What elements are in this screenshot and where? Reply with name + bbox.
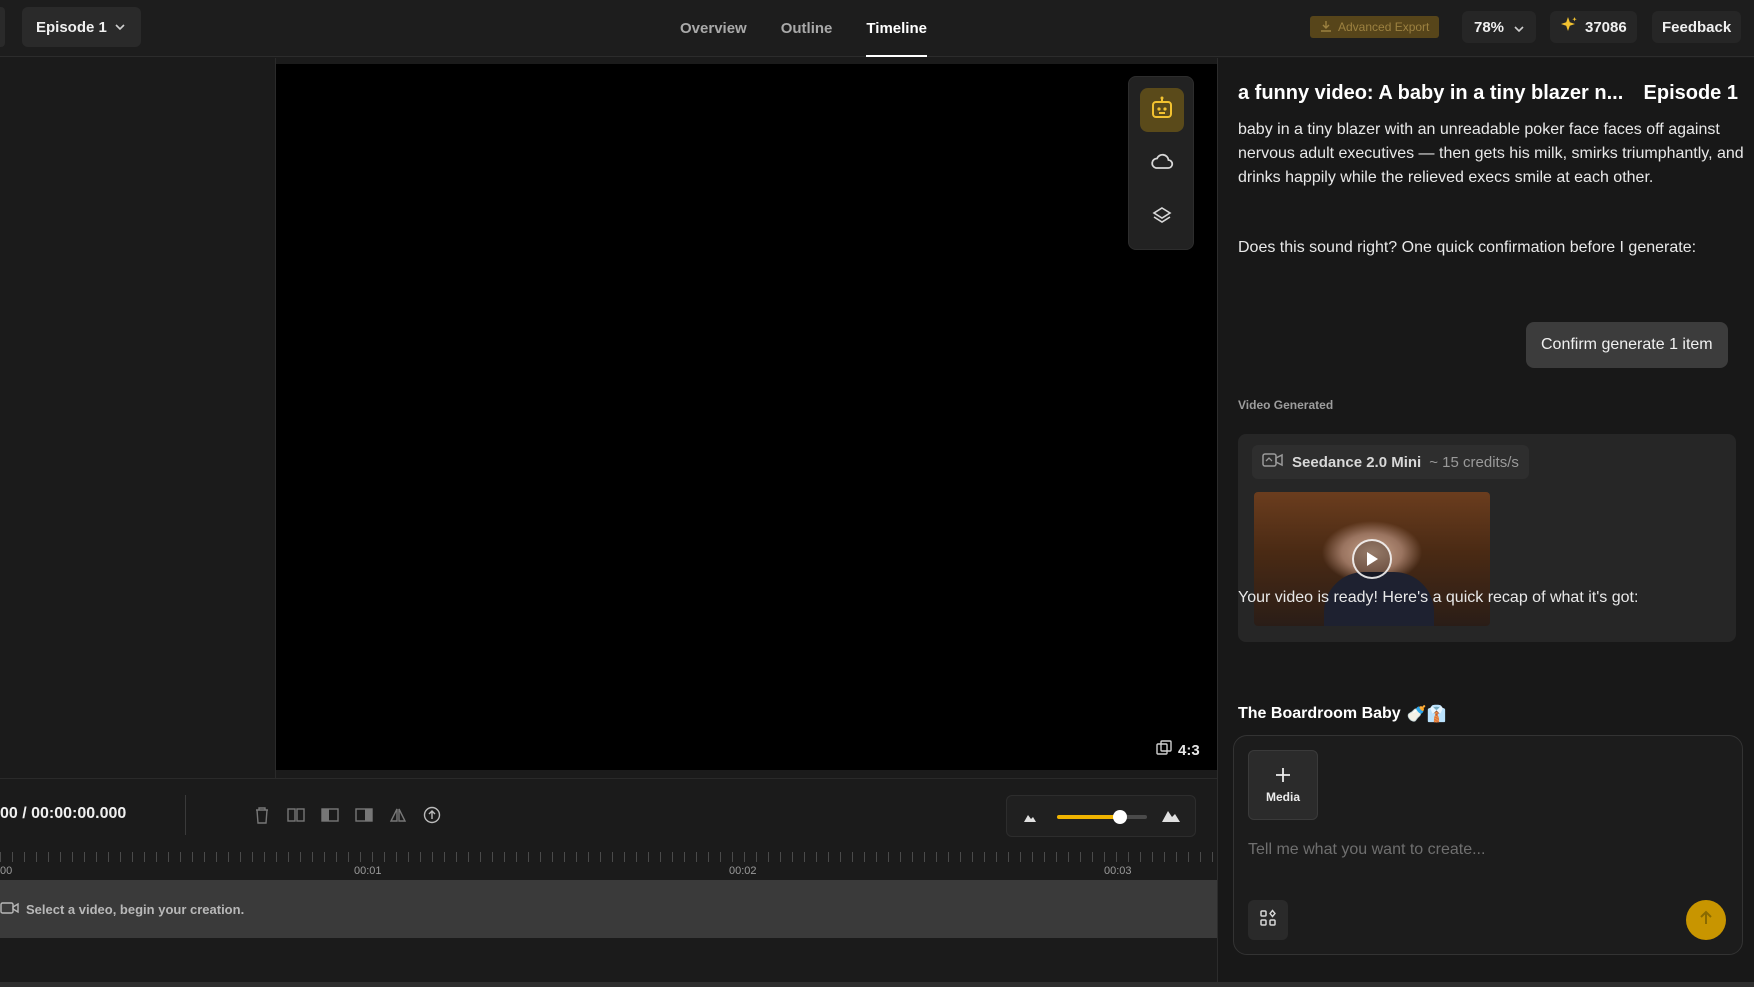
trim-left-icon[interactable] xyxy=(320,805,340,825)
top-bar: Episode 1 Overview Outline Timeline Adva… xyxy=(0,0,1754,57)
recap-title: The Boardroom Baby 🍼👔 xyxy=(1238,704,1447,724)
chevron-down-icon xyxy=(1514,19,1524,36)
episode-select-label: Episode 1 xyxy=(36,18,107,36)
zoom-select[interactable]: 78% xyxy=(1462,11,1537,43)
sparkle-icon xyxy=(1560,16,1578,38)
empty-track-text: Select a video, begin your creation. xyxy=(26,902,245,917)
zoom-slider-track[interactable] xyxy=(1057,810,1147,824)
collapsed-panel-handle[interactable] xyxy=(0,7,5,47)
upload-icon[interactable] xyxy=(422,805,442,825)
confirmation-question: Does this sound right? One quick confirm… xyxy=(1238,239,1697,256)
recap-emojis: 🍼👔 xyxy=(1406,706,1447,723)
mountain-large-icon[interactable] xyxy=(1161,807,1181,828)
tab-overview[interactable]: Overview xyxy=(680,0,747,57)
trim-right-icon[interactable] xyxy=(354,805,374,825)
confirm-generate-button[interactable]: Confirm generate 1 item xyxy=(1526,322,1728,368)
ruler-ticks xyxy=(0,852,1217,862)
ruler-label: 00 xyxy=(0,865,13,877)
split-icon[interactable] xyxy=(286,805,306,825)
feedback-button[interactable]: Feedback xyxy=(1652,11,1742,43)
video-preview[interactable] xyxy=(276,64,1217,770)
cloud-icon xyxy=(1150,152,1174,177)
ruler-label: 00:01 xyxy=(354,865,382,877)
zoom-slider-fill xyxy=(1057,815,1120,819)
empty-track-message: Select a video, begin your creation. xyxy=(0,901,244,918)
nav-tabs: Overview Outline Timeline xyxy=(680,0,927,57)
flip-icon[interactable] xyxy=(388,805,408,825)
chevron-down-icon xyxy=(115,22,125,33)
add-media-button[interactable]: Media xyxy=(1248,750,1318,820)
timeline-zoom-control xyxy=(1006,795,1196,837)
plus-icon xyxy=(1275,767,1291,786)
layers-button[interactable] xyxy=(1140,196,1184,240)
scene-description: baby in a tiny blazer with an unreadable… xyxy=(1238,121,1744,186)
recap-title-text: The Boardroom Baby xyxy=(1238,705,1401,722)
ruler-label: 00:03 xyxy=(1104,865,1132,877)
arrow-up-icon xyxy=(1699,910,1713,931)
layers-icon xyxy=(1151,205,1173,232)
episode-select[interactable]: Episode 1 xyxy=(22,7,141,47)
chat-title: a funny video: A baby in a tiny blazer n… xyxy=(1238,82,1624,104)
playback-controls: 00 / 00:00:00.000 xyxy=(0,778,1217,852)
ai-agent-button[interactable] xyxy=(1140,88,1184,132)
play-icon[interactable] xyxy=(1352,539,1392,579)
model-name: Seedance 2.0 Mini xyxy=(1292,453,1422,471)
cloud-button[interactable] xyxy=(1140,142,1184,186)
send-button[interactable] xyxy=(1686,900,1726,940)
credits-badge[interactable]: 37086 xyxy=(1550,11,1637,43)
trash-icon[interactable] xyxy=(252,805,272,825)
divider xyxy=(185,795,186,835)
chat-episode: Episode 1 xyxy=(1643,82,1738,104)
model-chip: Seedance 2.0 Mini ~ 15 credits/s xyxy=(1252,445,1529,479)
ready-message: Your video is ready! Here's a quick reca… xyxy=(1238,589,1639,606)
advanced-export-button[interactable]: Advanced Export xyxy=(1310,16,1440,38)
ruler-label: 00:02 xyxy=(729,865,757,877)
aspect-ratio-button[interactable]: 4:3 xyxy=(1156,740,1200,760)
prompt-composer: Media xyxy=(1233,735,1743,955)
generated-video-card: Seedance 2.0 Mini ~ 15 credits/s xyxy=(1238,434,1736,642)
robot-icon xyxy=(1149,95,1175,126)
templates-button[interactable] xyxy=(1248,900,1288,940)
clip-tools xyxy=(252,805,442,825)
tab-timeline[interactable]: Timeline xyxy=(866,0,927,57)
timeline-ruler[interactable]: 00 00:01 00:02 00:03 xyxy=(0,852,1217,880)
video-camera-icon xyxy=(0,901,20,918)
video-track[interactable]: Select a video, begin your creation. xyxy=(0,880,1217,938)
aspect-ratio-label: 4:3 xyxy=(1178,741,1200,759)
tab-outline[interactable]: Outline xyxy=(781,0,833,57)
credits-count: 37086 xyxy=(1585,18,1627,36)
canvas-margin xyxy=(0,58,276,778)
prompt-input[interactable] xyxy=(1248,838,1728,862)
download-icon xyxy=(1320,20,1332,35)
chat-panel: a funny video: A baby in a tiny blazer n… xyxy=(1217,58,1754,987)
editor-area: 4:3 00 / 00:00:00.000 00 00:01 00:02 00:… xyxy=(0,58,1217,987)
apps-grid-icon xyxy=(1259,908,1277,932)
video-camera-icon xyxy=(1262,452,1284,472)
advanced-export-label: Advanced Export xyxy=(1338,20,1430,34)
bottom-strip xyxy=(0,982,1754,987)
timecode: 00 / 00:00:00.000 xyxy=(0,805,127,822)
chat-header: a funny video: A baby in a tiny blazer n… xyxy=(1238,82,1738,112)
zoom-slider-handle[interactable] xyxy=(1113,810,1127,824)
media-label: Media xyxy=(1265,789,1300,804)
model-cost: ~ 15 credits/s xyxy=(1429,453,1519,471)
video-generated-label: Video Generated xyxy=(1238,398,1334,412)
canvas-tool-rail xyxy=(1128,76,1194,250)
zoom-value: 78% xyxy=(1474,18,1505,36)
mountain-small-icon[interactable] xyxy=(1023,810,1037,828)
aspect-ratio-icon xyxy=(1156,740,1172,760)
